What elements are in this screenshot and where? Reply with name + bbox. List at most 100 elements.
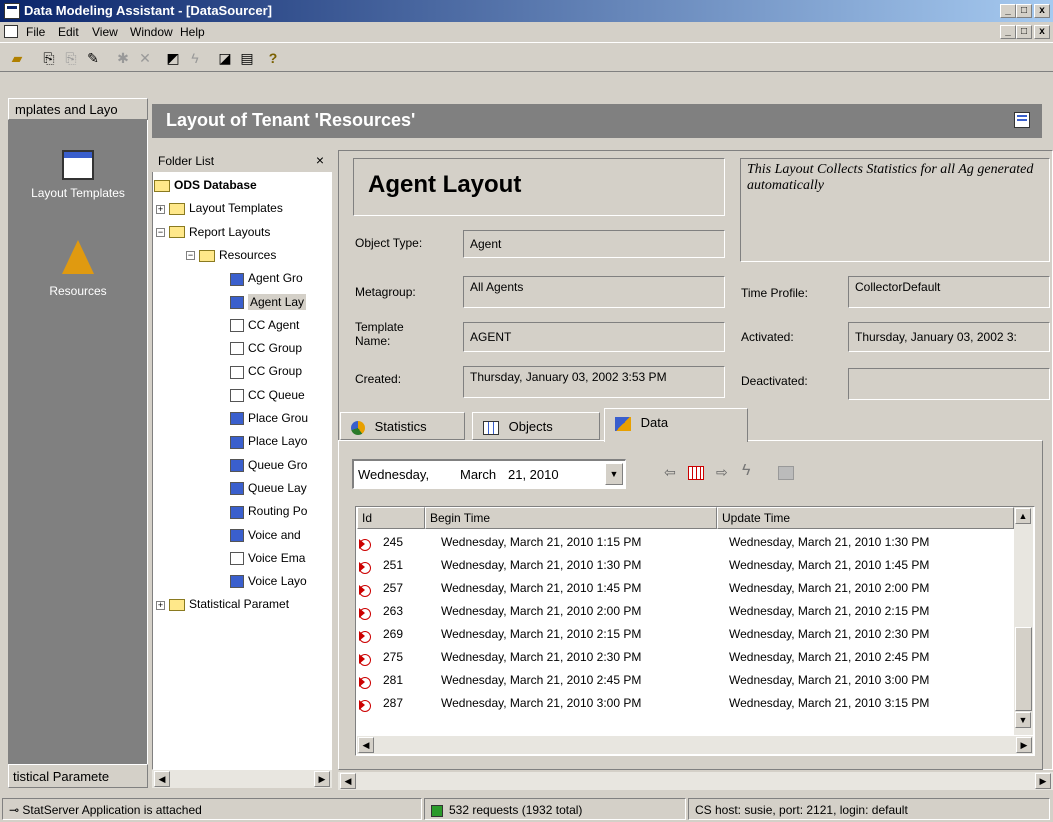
tree-node[interactable]: CC Queue: [230, 388, 305, 403]
tree-node[interactable]: Place Grou: [230, 411, 308, 426]
table-row[interactable]: 275 Wednesday, March 21, 2010 2:30 PM Wedn…: [357, 646, 1014, 669]
grid-scroll-down-icon[interactable]: ▼: [1015, 712, 1031, 728]
template-name-field: AGENT: [463, 322, 725, 352]
header-properties-icon[interactable]: [1014, 112, 1030, 128]
details-view-icon[interactable]: ▤: [236, 47, 258, 69]
layout-document-icon: [230, 435, 244, 449]
menu-file[interactable]: File: [26, 25, 45, 39]
table-row[interactable]: 263 Wednesday, March 21, 2010 2:00 PM Wedn…: [357, 600, 1014, 623]
tab-statistics-label: Statistics: [374, 419, 427, 434]
scroll-right-icon[interactable]: ▶: [314, 771, 330, 787]
tree-node[interactable]: Voice Layo: [230, 574, 307, 589]
copy-layout-icon[interactable]: ⎘: [60, 47, 82, 69]
next-arrow-icon[interactable]: ⇨: [716, 464, 728, 481]
child-minimize-button[interactable]: _: [1000, 25, 1016, 39]
folder-list-hscroll[interactable]: ◀ ▶: [152, 770, 332, 788]
tree-node[interactable]: ODS Database: [154, 178, 257, 192]
tab-statistics[interactable]: Statistics: [340, 412, 465, 440]
grid-scroll-left-icon[interactable]: ◀: [358, 737, 374, 753]
grid-scroll-up-icon[interactable]: ▲: [1015, 508, 1031, 524]
column-header-begin-time[interactable]: Begin Time: [425, 507, 717, 529]
scroll-left-icon[interactable]: ◀: [154, 771, 170, 787]
tree-node[interactable]: CC Group: [230, 364, 302, 379]
tab-objects[interactable]: Objects: [472, 412, 600, 440]
outlook-tab-statistical[interactable]: tistical Paramete: [8, 764, 148, 788]
grid-vscroll[interactable]: ▲ ▼: [1014, 507, 1033, 735]
column-header-update-time[interactable]: Update Time: [717, 507, 1014, 529]
tree-node[interactable]: + Statistical Paramet: [156, 597, 289, 611]
tree-node[interactable]: Queue Lay: [230, 481, 307, 496]
child-close-button[interactable]: x: [1034, 25, 1050, 39]
date-day[interactable]: 21, 2010: [508, 467, 559, 482]
tree-node[interactable]: Voice and: [230, 528, 301, 542]
outlook-tab-templates[interactable]: mplates and Layo: [8, 98, 148, 120]
date-weekday[interactable]: Wednesday,: [358, 467, 429, 482]
tree-node[interactable]: + Layout Templates: [156, 201, 283, 215]
tree-node[interactable]: − Report Layouts: [156, 225, 270, 239]
tree-node[interactable]: Voice Ema: [230, 551, 305, 566]
expand-toggle-icon[interactable]: −: [156, 227, 165, 237]
child-restore-button[interactable]: □: [1016, 25, 1032, 39]
outlook-item-layout-templates[interactable]: Layout Templates: [8, 150, 148, 220]
menu-window[interactable]: Window: [130, 25, 173, 39]
table-row[interactable]: 245 Wednesday, March 21, 2010 1:15 PM Wedn…: [357, 531, 1014, 554]
close-button[interactable]: x: [1034, 4, 1050, 18]
tree-node[interactable]: Queue Gro: [230, 458, 307, 472]
tree-node[interactable]: Place Layo: [230, 434, 307, 449]
expand-toggle-icon[interactable]: +: [156, 204, 165, 214]
menu-view[interactable]: View: [92, 25, 118, 39]
table-row[interactable]: 269 Wednesday, March 21, 2010 2:15 PM Wedn…: [357, 623, 1014, 646]
cell-id: 263: [383, 604, 404, 618]
status-attached: ⊸ StatServer Application is attached: [2, 798, 422, 820]
tree-node[interactable]: CC Agent: [230, 318, 299, 333]
expand-toggle-icon[interactable]: +: [156, 600, 165, 610]
tree-node-label: Report Layouts: [189, 224, 271, 239]
export-icon[interactable]: [778, 466, 794, 480]
tree-node[interactable]: CC Group: [230, 341, 302, 356]
app-icon[interactable]: [4, 3, 20, 19]
tree-node[interactable]: Agent Gro: [230, 271, 303, 286]
restore-window-icon[interactable]: ◪: [214, 47, 236, 69]
table-row[interactable]: 251 Wednesday, March 21, 2010 1:30 PM Wedn…: [357, 554, 1014, 577]
main-hscroll[interactable]: ◀ ▶: [338, 772, 1053, 790]
properties-icon[interactable]: ◩: [162, 47, 184, 69]
table-row[interactable]: 287 Wednesday, March 21, 2010 3:00 PM Wedn…: [357, 692, 1014, 715]
maximize-button[interactable]: □: [1016, 4, 1032, 18]
calendar-icon[interactable]: [688, 466, 704, 480]
edit-icon[interactable]: ✎: [82, 47, 104, 69]
folder-list-close[interactable]: ×: [316, 152, 324, 168]
cell-id: 287: [383, 696, 404, 710]
main-scroll-left-icon[interactable]: ◀: [340, 773, 356, 789]
cell-id: 257: [383, 581, 404, 595]
activate-icon[interactable]: ✱: [112, 47, 134, 69]
table-row[interactable]: 281 Wednesday, March 21, 2010 2:45 PM Wedn…: [357, 669, 1014, 692]
expand-toggle-icon[interactable]: −: [186, 251, 195, 261]
help-icon[interactable]: ?: [262, 47, 284, 69]
tree-node[interactable]: Routing Po: [230, 504, 307, 519]
delete-icon[interactable]: ✕: [134, 47, 156, 69]
cell-update: Wednesday, March 21, 2010 1:45 PM: [729, 558, 930, 572]
tree-node[interactable]: − Resources: [186, 248, 276, 262]
prev-arrow-icon[interactable]: ⇦: [664, 464, 676, 481]
new-layout-icon[interactable]: ⎘: [38, 47, 60, 69]
tab-data[interactable]: Data: [604, 408, 748, 442]
grid-scroll-right-icon[interactable]: ▶: [1016, 737, 1032, 753]
menu-edit[interactable]: Edit: [58, 25, 79, 39]
open-folder-icon[interactable]: ▰: [6, 47, 28, 69]
grid-scroll-thumb[interactable]: [1015, 627, 1032, 711]
outlook-item-resources[interactable]: Resources: [8, 240, 148, 310]
column-header-id[interactable]: Id: [357, 507, 425, 529]
date-dropdown-icon[interactable]: ▼: [605, 463, 623, 485]
menu-help[interactable]: Help: [180, 25, 205, 39]
lightning-icon[interactable]: ϟ: [184, 47, 206, 69]
grid-hscroll[interactable]: ◀ ▶: [357, 736, 1033, 754]
tree-node[interactable]: Agent Lay: [230, 293, 307, 310]
mdi-doc-icon[interactable]: [4, 25, 18, 38]
table-row[interactable]: 257 Wednesday, March 21, 2010 1:45 PM Wedn…: [357, 577, 1014, 600]
cell-update: Wednesday, March 21, 2010 2:15 PM: [729, 604, 930, 618]
refresh-lightning-icon[interactable]: ϟ: [742, 462, 750, 480]
date-month[interactable]: March: [460, 467, 496, 482]
minimize-button[interactable]: _: [1000, 4, 1016, 18]
date-picker[interactable]: Wednesday, March 21, 2010 ▼: [352, 459, 626, 489]
main-scroll-right-icon[interactable]: ▶: [1035, 773, 1051, 789]
